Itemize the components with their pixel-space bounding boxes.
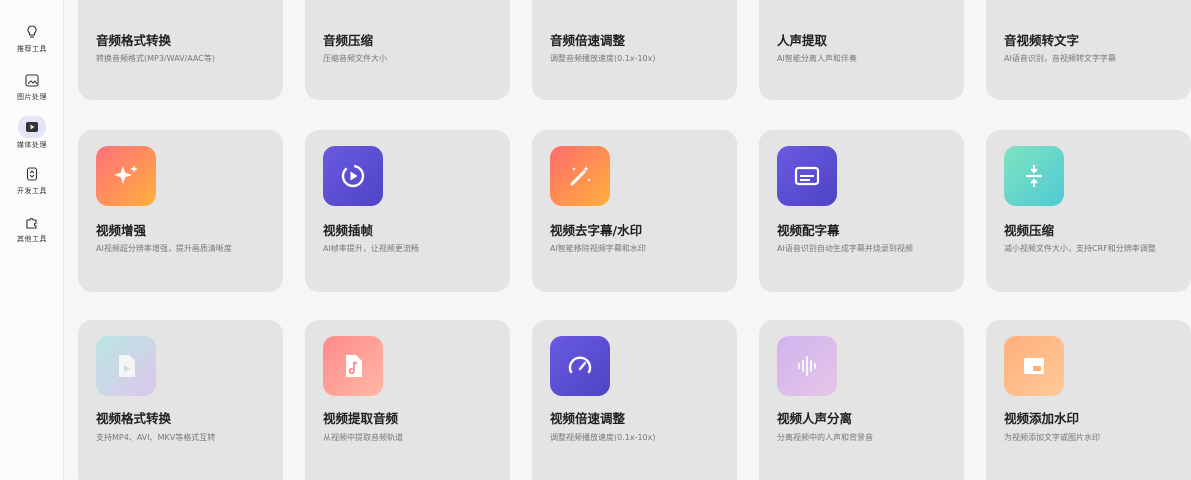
lightbulb-icon — [19, 22, 45, 42]
sidebar-item-image-processing[interactable]: 图片处理 — [0, 70, 64, 102]
tool-card-vocal-extract[interactable]: 人声提取 AI智能分离人声和伴奏 — [759, 0, 964, 100]
video-file-icon — [96, 336, 156, 396]
sidebar-item-label: 推荐工具 — [17, 45, 47, 53]
tool-card-audio-speed[interactable]: 音频倍速调整 调整音频播放速度(0.1x-10x) — [532, 0, 737, 100]
sidebar-item-recommended-tools[interactable]: 推荐工具 — [0, 22, 64, 54]
sidebar-item-label: 开发工具 — [17, 187, 47, 195]
tool-card-audio-compress[interactable]: 音频压缩 压缩音频文件大小 — [305, 0, 510, 100]
card-title: 视频增强 — [96, 223, 147, 238]
card-description: 减小视频文件大小，支持CRF和分辨率调整 — [1004, 244, 1156, 253]
sidebar-item-media-processing[interactable]: 媒体处理 — [0, 116, 64, 150]
card-title: 视频提取音频 — [323, 411, 399, 426]
card-title: 视频倍速调整 — [550, 411, 626, 426]
waveform-icon — [777, 336, 837, 396]
tool-card-video-add-watermark[interactable]: 视频添加水印 为视频添加文字或图片水印 — [986, 320, 1191, 480]
tool-card-video-interpolation[interactable]: 视频插帧 AI帧率提升，让视频更流畅 — [305, 130, 510, 292]
image-icon — [19, 70, 45, 90]
card-title: 视频格式转换 — [96, 411, 172, 426]
card-title: 人声提取 — [777, 33, 828, 48]
card-title: 视频配字幕 — [777, 223, 840, 238]
sidebar-item-label: 图片处理 — [17, 93, 47, 101]
card-description: 调整音频播放速度(0.1x-10x) — [550, 54, 656, 63]
card-description: 转换音频格式(MP3/WAV/AAC等) — [96, 54, 215, 63]
tool-card-video-enhance[interactable]: 视频增强 AI视频超分辨率增强，提升画质清晰度 — [78, 130, 283, 292]
tool-card-video-remove-watermark[interactable]: 视频去字幕/水印 AI智能移除视频字幕和水印 — [532, 130, 737, 292]
tool-card-video-format-convert[interactable]: 视频格式转换 支持MP4、AVI、MKV等格式互转 — [78, 320, 283, 480]
media-icon — [18, 116, 46, 138]
card-title: 音频倍速调整 — [550, 33, 626, 48]
play-circle-icon — [323, 146, 383, 206]
card-description: AI视频超分辨率增强，提升画质清晰度 — [96, 244, 232, 253]
card-description: 分离视频中的人声和背景音 — [777, 433, 873, 442]
card-title: 视频人声分离 — [777, 411, 853, 426]
card-description: 从视频中提取音频轨道 — [323, 433, 403, 442]
card-title: 音频格式转换 — [96, 33, 172, 48]
card-description: 为视频添加文字或图片水印 — [1004, 433, 1100, 442]
compress-icon — [1004, 146, 1064, 206]
music-file-icon — [323, 336, 383, 396]
card-title: 视频添加水印 — [1004, 411, 1080, 426]
tool-card-video-extract-audio[interactable]: 视频提取音频 从视频中提取音频轨道 — [305, 320, 510, 480]
tool-card-video-compress[interactable]: 视频压缩 减小视频文件大小，支持CRF和分辨率调整 — [986, 130, 1191, 292]
card-description: AI语音识别自动生成字幕并烧录到视频 — [777, 244, 913, 253]
tool-card-audio-format-convert[interactable]: 音频格式转换 转换音频格式(MP3/WAV/AAC等) — [78, 0, 283, 100]
tool-card-video-speed[interactable]: 视频倍速调整 调整视频播放速度(0.1x-10x) — [532, 320, 737, 480]
card-title: 视频插帧 — [323, 223, 374, 238]
card-description: 压缩音频文件大小 — [323, 54, 387, 63]
subtitle-icon — [777, 146, 837, 206]
sidebar-item-label: 媒体处理 — [17, 141, 47, 149]
tool-card-video-vocal-separate[interactable]: 视频人声分离 分离视频中的人声和背景音 — [759, 320, 964, 480]
card-description: AI语音识别，音视频转文字字幕 — [1004, 54, 1116, 63]
code-icon — [19, 164, 45, 184]
tool-card-speech-to-text[interactable]: 音视频转文字 AI语音识别，音视频转文字字幕 — [986, 0, 1191, 100]
sidebar-item-label: 其他工具 — [17, 235, 47, 243]
card-description: AI智能移除视频字幕和水印 — [550, 244, 646, 253]
speedometer-icon — [550, 336, 610, 396]
sidebar-item-dev-tools[interactable]: 开发工具 — [0, 164, 64, 196]
tool-grid: 音频格式转换 转换音频格式(MP3/WAV/AAC等) 音频压缩 压缩音频文件大… — [64, 0, 1191, 480]
puzzle-icon — [19, 212, 45, 232]
card-description: AI帧率提升，让视频更流畅 — [323, 244, 419, 253]
card-title: 音频压缩 — [323, 33, 374, 48]
sidebar: 推荐工具 图片处理 媒体处理 开发工具 其他工具 — [0, 0, 64, 480]
sparkle-icon — [96, 146, 156, 206]
card-title: 视频去字幕/水印 — [550, 223, 643, 238]
card-description: AI智能分离人声和伴奏 — [777, 54, 857, 63]
card-title: 视频压缩 — [1004, 223, 1055, 238]
tool-card-video-subtitle[interactable]: 视频配字幕 AI语音识别自动生成字幕并烧录到视频 — [759, 130, 964, 292]
watermark-icon — [1004, 336, 1064, 396]
card-title: 音视频转文字 — [1004, 33, 1080, 48]
sidebar-item-other-tools[interactable]: 其他工具 — [0, 212, 64, 244]
card-description: 支持MP4、AVI、MKV等格式互转 — [96, 433, 216, 442]
card-description: 调整视频播放速度(0.1x-10x) — [550, 433, 656, 442]
magic-wand-icon — [550, 146, 610, 206]
